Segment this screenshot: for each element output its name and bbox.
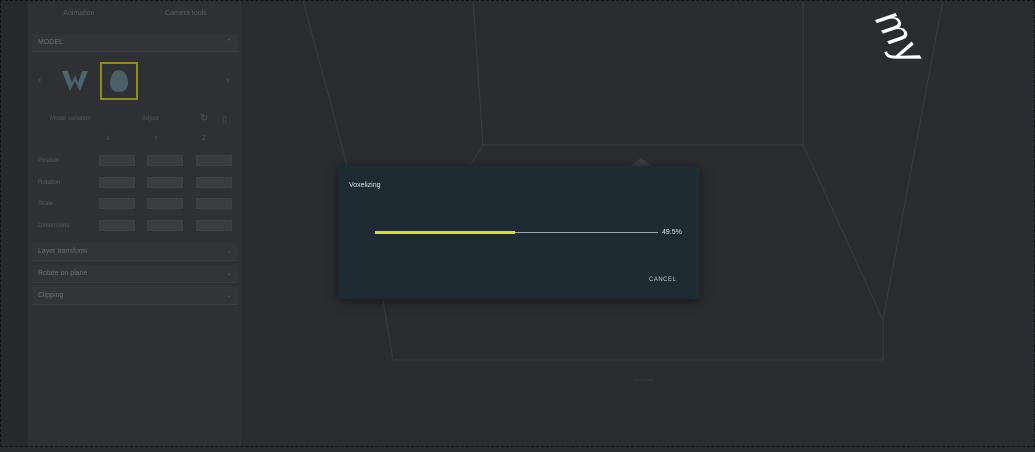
position-x-field[interactable]: [99, 155, 135, 166]
section-layer-transform[interactable]: Layer transform ⌄: [32, 243, 238, 261]
chevron-right-icon[interactable]: ›: [226, 75, 229, 86]
chevron-down-icon: ⌄: [226, 292, 232, 299]
position-row: Position: [38, 155, 238, 169]
scale-y-field[interactable]: [147, 198, 183, 209]
scale-label: Scale: [38, 201, 54, 207]
chevron-down-icon: ⌄: [226, 270, 232, 277]
scale-z-field[interactable]: [196, 198, 232, 209]
dimensions-y-field[interactable]: [147, 220, 183, 231]
model-thumb-logo[interactable]: [58, 64, 92, 98]
tab-animation[interactable]: Animation: [63, 6, 94, 26]
chevron-down-icon: ⌄: [226, 248, 232, 255]
dimensions-x-field[interactable]: [99, 220, 135, 231]
chevron-up-icon: ⌃: [226, 39, 232, 46]
sidebar-tabs: Animation Camera tools: [28, 6, 242, 26]
cancel-button[interactable]: CANCEL: [649, 277, 676, 283]
model-shape-icon: [110, 70, 128, 92]
scale-x-field[interactable]: [99, 198, 135, 209]
axis-y-label: Y: [154, 136, 159, 142]
model-variation-label: Model variation: [50, 116, 91, 122]
dimensions-row: Dimensions: [38, 220, 238, 234]
adjust-label[interactable]: Adjust: [142, 116, 159, 122]
position-z-field[interactable]: [196, 155, 232, 166]
dialog-title: Voxelizing: [349, 182, 381, 189]
left-rail: [0, 0, 29, 447]
section-layer-transform-label: Layer transform: [38, 248, 88, 255]
logo-w-icon: [62, 71, 88, 91]
progress-bar: [375, 231, 658, 234]
rotation-x-field[interactable]: [99, 177, 135, 188]
chevron-left-icon[interactable]: ‹: [38, 75, 41, 86]
section-model[interactable]: MODEL ⌃: [32, 34, 238, 52]
dimensions-label: Dimensions: [38, 223, 70, 229]
section-rotate-on-plane-label: Rotate on plane: [38, 270, 88, 277]
section-rotate-on-plane[interactable]: Rotate on plane ⌄: [32, 265, 238, 283]
rotation-y-field[interactable]: [147, 177, 183, 188]
position-y-field[interactable]: [147, 155, 183, 166]
rotation-row: Rotation: [38, 177, 238, 191]
model-thumbnails: ‹ ›: [36, 60, 236, 108]
section-model-label: MODEL: [38, 39, 63, 46]
axis-z-label: Z: [202, 136, 206, 142]
trash-icon[interactable]: ▯: [222, 114, 227, 125]
model-variation-row: Model variation Adjust ↻ ▯: [40, 113, 236, 128]
dimensions-z-field[interactable]: [196, 220, 232, 231]
voxelizing-dialog: Voxelizing 49.5% CANCEL: [338, 166, 700, 299]
rotation-z-field[interactable]: [196, 177, 232, 188]
sidebar-panel: Animation Camera tools MODEL ⌃ ‹ › Model…: [28, 0, 243, 447]
progress-percent: 49.5%: [662, 229, 682, 236]
scale-row: Scale: [38, 198, 238, 212]
section-clipping-label: Clipping: [38, 292, 64, 299]
model-thumb-selected[interactable]: [100, 62, 138, 100]
position-label: Position: [38, 158, 60, 164]
rotation-label: Rotation: [38, 180, 61, 186]
progress-fill: [375, 231, 516, 234]
axis-x-label: X: [106, 136, 111, 142]
section-clipping[interactable]: Clipping ⌄: [32, 287, 238, 305]
refresh-icon[interactable]: ↻: [200, 113, 208, 124]
tab-camera-tools[interactable]: Camera tools: [165, 6, 207, 26]
